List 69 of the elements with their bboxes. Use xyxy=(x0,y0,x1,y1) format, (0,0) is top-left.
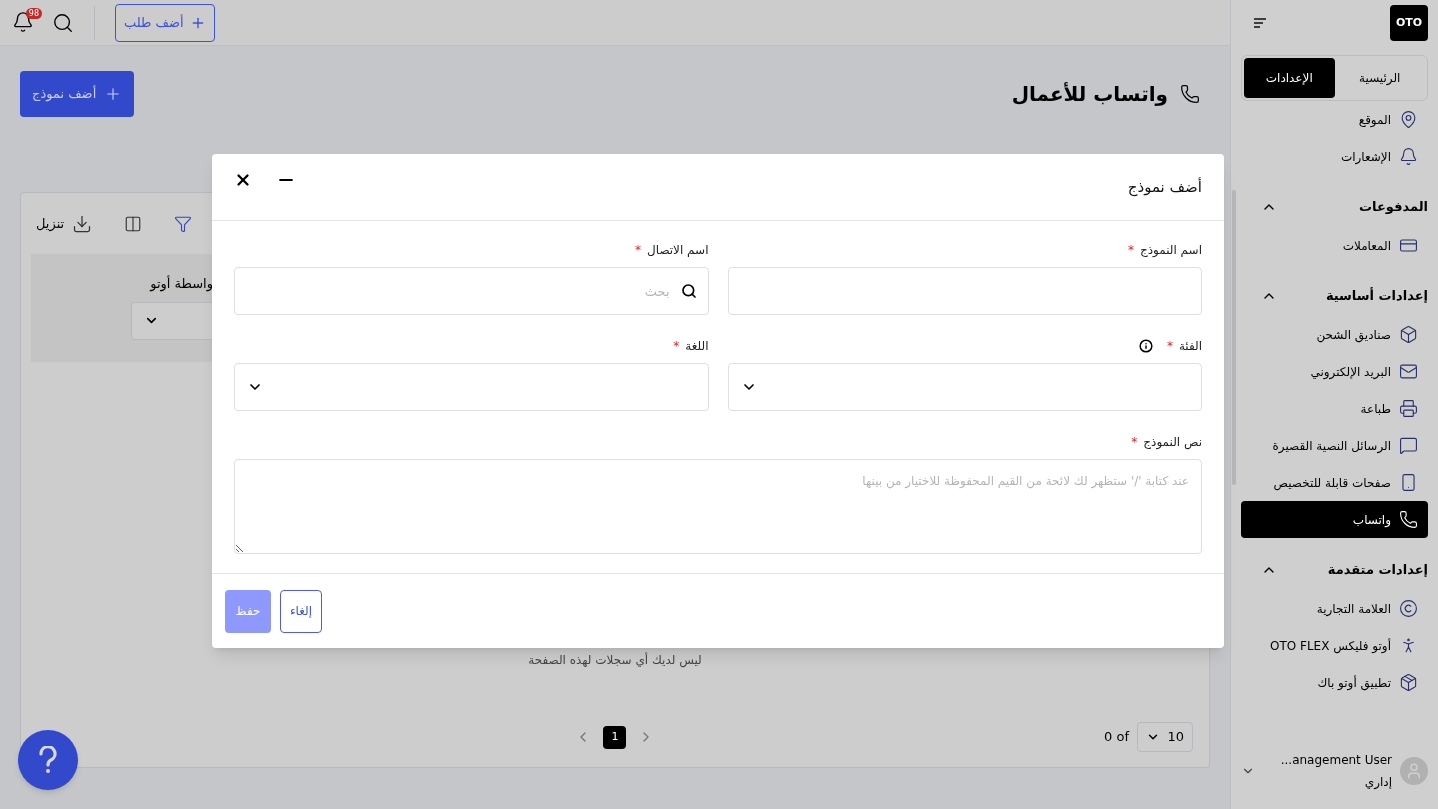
help-button[interactable] xyxy=(18,730,78,790)
cancel-button[interactable]: إلغاء xyxy=(280,589,322,633)
required-asterisk: * xyxy=(1127,242,1134,259)
box-icon xyxy=(1399,325,1418,344)
add-template-button[interactable]: أضف نموذج xyxy=(20,71,135,117)
select-field[interactable] xyxy=(727,363,1202,411)
envelope-icon xyxy=(1399,362,1418,381)
sidebar-item[interactable]: الموقع xyxy=(1241,101,1428,138)
printer-icon xyxy=(1399,399,1418,418)
copyright-icon xyxy=(1399,599,1418,618)
sidebar-item[interactable]: تطبيق أوتو باك xyxy=(1241,664,1428,701)
sidebar-item[interactable]: الإشعارات xyxy=(1241,138,1428,175)
notification-count-badge: 98 xyxy=(25,7,42,19)
sidebar-item[interactable]: البريد الإلكتروني xyxy=(1241,353,1428,390)
bell-icon xyxy=(1399,147,1418,166)
columns-icon[interactable] xyxy=(124,214,143,233)
section-heading: المدفوعات xyxy=(1358,198,1428,217)
filter-label: واسطة أوتو xyxy=(148,274,213,294)
search-field[interactable]: بحث xyxy=(234,267,709,315)
sidebar-item[interactable]: العلامة التجارية xyxy=(1241,590,1428,627)
sidebar-item[interactable]: أوتو فليكس OTO FLEX xyxy=(1241,627,1428,664)
field-label: اللغة xyxy=(685,338,709,355)
filter-icon[interactable] xyxy=(174,214,193,233)
required-asterisk: * xyxy=(1166,338,1173,355)
add-order-button[interactable]: أضف طلب xyxy=(115,3,215,42)
required-asterisk: * xyxy=(673,338,680,355)
modal-title: أضف نموذج xyxy=(1127,176,1202,199)
map-pin-icon xyxy=(1399,110,1418,129)
field-label: اسم الاتصال xyxy=(647,242,709,259)
chat-bubble-icon xyxy=(1399,436,1418,455)
sidebar-item[interactable]: الرسائل النصية القصيرة xyxy=(1241,427,1428,464)
download-label[interactable]: تنزيل xyxy=(36,213,65,234)
phone-icon xyxy=(1180,84,1200,104)
empty-message: ليس لديك أي سجلات لهذه الصفحة xyxy=(528,652,702,668)
record-range: 0 of xyxy=(1104,728,1129,747)
field-label: اسم النموذج xyxy=(1139,242,1202,259)
required-asterisk: * xyxy=(1131,434,1138,451)
field-label: نص النموذج xyxy=(1143,434,1202,451)
search-icon[interactable] xyxy=(52,11,74,34)
info-icon[interactable] xyxy=(1138,339,1153,353)
page-button[interactable]: 1 xyxy=(603,725,627,749)
avatar xyxy=(1400,757,1428,785)
section-heading: إعدادات أساسية xyxy=(1325,286,1428,306)
sidebar-tab[interactable]: الرئيسية xyxy=(1334,58,1425,98)
phone-device-icon xyxy=(1399,473,1418,492)
menu-icon[interactable] xyxy=(1253,17,1267,29)
sidebar-item[interactable]: صفحات قابلة للتخصيص xyxy=(1241,464,1428,501)
question-mark-icon xyxy=(38,746,58,774)
section-heading: إعدادات متقدمة xyxy=(1327,561,1428,580)
text-field[interactable] xyxy=(727,267,1202,315)
logo: OTO xyxy=(1390,5,1428,41)
package-icon xyxy=(1399,673,1418,692)
search-icon xyxy=(680,283,697,299)
select-field[interactable] xyxy=(234,363,709,411)
sidebar-item[interactable]: طباعة xyxy=(1241,390,1428,427)
close-icon[interactable] xyxy=(234,171,252,189)
field-label: الفئة xyxy=(1178,338,1202,355)
template-text-area[interactable]: عند كتابة '/' ستظهر لك لائحة من القيم المحفوظة للاختيار من بينها xyxy=(234,459,1202,554)
sidebar-item[interactable]: المعاملات xyxy=(1241,227,1428,264)
page-size-select[interactable]: 10 xyxy=(1137,722,1193,752)
sidebar-tab[interactable]: الإعدادات xyxy=(1244,58,1335,98)
sidebar-item[interactable]: واتساب xyxy=(1241,501,1428,538)
page-title: واتساب للأعمال xyxy=(1011,81,1168,108)
download-tray-icon[interactable] xyxy=(72,213,93,234)
user-name: ...anagement User xyxy=(1280,752,1392,769)
required-asterisk: * xyxy=(635,242,641,259)
sidebar-item[interactable]: صناديق الشحن xyxy=(1241,316,1428,353)
user-role: إداري xyxy=(1363,774,1392,791)
phone-icon xyxy=(1399,510,1418,529)
